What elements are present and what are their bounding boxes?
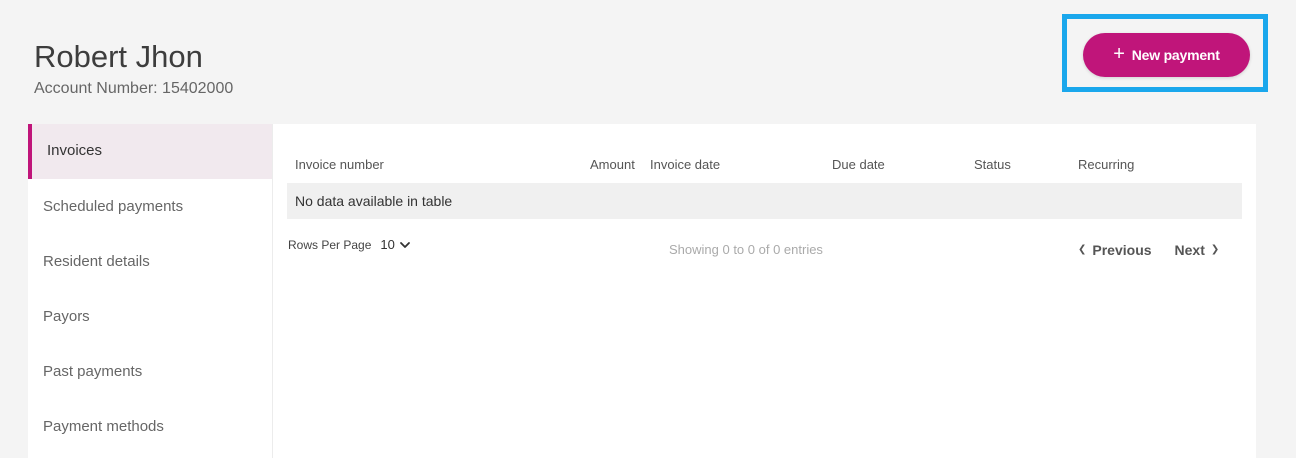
previous-button[interactable]: ❮ Previous (1078, 242, 1152, 258)
sidebar-item-label: Past payments (43, 363, 143, 380)
sidebar-item-resident-details[interactable]: Resident details (28, 234, 272, 289)
user-name: Robert Jhon (34, 39, 203, 74)
column-invoice-date[interactable]: Invoice date (650, 157, 720, 172)
sidebar-item-label: Invoices (47, 142, 103, 159)
sidebar-item-payors[interactable]: Payors (28, 289, 272, 344)
sidebar-item-label: Payment methods (43, 418, 164, 435)
account-number: Account Number: 15402000 (34, 80, 234, 97)
sidebar-item-label: Payors (43, 308, 90, 325)
chevron-down-icon (399, 241, 410, 248)
chevron-right-icon: ❯ (1210, 244, 1220, 255)
rows-per-page-label: Rows Per Page (288, 237, 372, 252)
rows-per-page-value: 10 (380, 237, 395, 252)
pagination: ❮ Previous Next ❯ (1078, 242, 1219, 258)
table-header: Invoice number Amount Invoice date Due d… (287, 154, 1242, 176)
sidebar: Invoices Scheduled payments Resident det… (28, 124, 273, 458)
chevron-left-icon: ❮ (1078, 244, 1087, 255)
invoices-panel: Invoice number Amount Invoice date Due d… (273, 124, 1256, 458)
sidebar-item-label: Scheduled payments (43, 198, 184, 215)
entries-info: Showing 0 to 0 of 0 entries (669, 242, 823, 257)
plus-icon: + (1113, 43, 1125, 65)
sidebar-item-scheduled-payments[interactable]: Scheduled payments (28, 179, 272, 234)
column-amount[interactable]: Amount (590, 157, 635, 172)
page-header: Robert Jhon Account Number: 15402000 + N… (0, 0, 1296, 120)
next-button[interactable]: Next ❯ (1175, 242, 1220, 258)
column-status[interactable]: Status (974, 157, 1011, 172)
rows-per-page-select[interactable]: 10 (380, 237, 410, 252)
new-payment-button[interactable]: + New payment (1083, 33, 1250, 77)
rows-per-page: Rows Per Page 10 (288, 237, 411, 252)
column-invoice-number[interactable]: Invoice number (295, 157, 384, 172)
column-recurring[interactable]: Recurring (1078, 157, 1134, 172)
column-due-date[interactable]: Due date (832, 157, 885, 172)
sidebar-item-invoices[interactable]: Invoices (28, 124, 272, 179)
sidebar-item-payment-methods[interactable]: Payment methods (28, 399, 272, 454)
empty-message: No data available in table (295, 193, 453, 209)
new-payment-label: New payment (1131, 47, 1220, 63)
next-label: Next (1174, 242, 1205, 258)
previous-label: Previous (1092, 242, 1152, 258)
sidebar-item-past-payments[interactable]: Past payments (28, 344, 272, 399)
sidebar-item-label: Resident details (43, 253, 150, 270)
table-empty-row: No data available in table (287, 183, 1242, 219)
